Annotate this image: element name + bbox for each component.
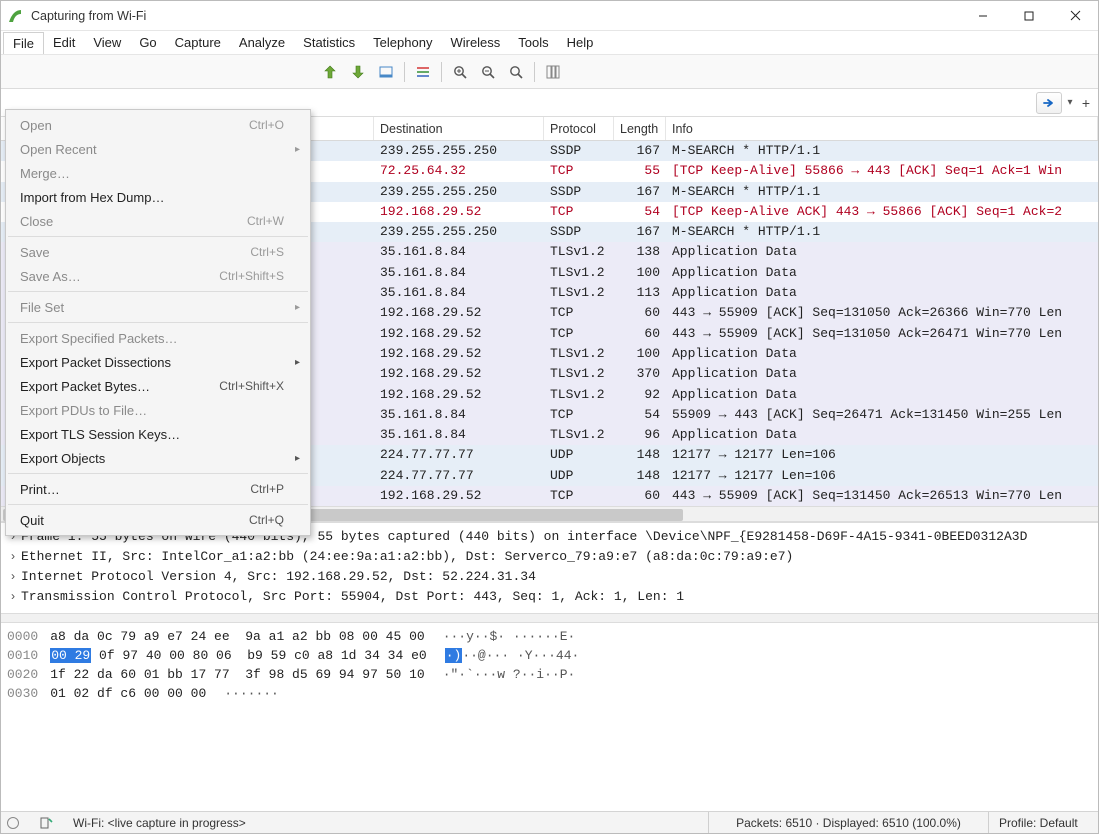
capture-file-props-button[interactable] [29, 812, 63, 833]
menu-item[interactable]: Print…Ctrl+P [6, 477, 310, 501]
menu-item: Open Recent▸ [6, 137, 310, 161]
app-icon [7, 8, 23, 24]
menu-tools[interactable]: Tools [509, 32, 557, 53]
col-proto[interactable]: Protocol [544, 117, 614, 140]
menu-capture[interactable]: Capture [166, 32, 230, 53]
menu-statistics[interactable]: Statistics [294, 32, 364, 53]
menu-item[interactable]: Export Packet Bytes…Ctrl+Shift+X [6, 374, 310, 398]
menu-item[interactable]: QuitCtrl+Q [6, 508, 310, 532]
zoom-in-button[interactable] [447, 59, 473, 85]
go-to-first-button[interactable] [345, 59, 371, 85]
menu-item: Save As…Ctrl+Shift+S [6, 264, 310, 288]
expert-info-icon[interactable] [7, 817, 19, 829]
menu-item: CloseCtrl+W [6, 209, 310, 233]
menu-item: SaveCtrl+S [6, 240, 310, 264]
menu-item[interactable]: Export Packet Dissections▸ [6, 350, 310, 374]
zoom-reset-button[interactable] [503, 59, 529, 85]
colorize-button[interactable] [410, 59, 436, 85]
col-dest[interactable]: Destination [374, 117, 544, 140]
autoscroll-button[interactable] [373, 59, 399, 85]
close-button[interactable] [1052, 1, 1098, 31]
zoom-out-button[interactable] [475, 59, 501, 85]
status-packets: Packets: 6510 · Displayed: 6510 (100.0%) [708, 812, 988, 833]
menu-item: Merge… [6, 161, 310, 185]
menu-item[interactable]: Export Objects▸ [6, 446, 310, 470]
menu-item: Export Specified Packets… [6, 326, 310, 350]
menu-telephony[interactable]: Telephony [364, 32, 441, 53]
menu-edit[interactable]: Edit [44, 32, 84, 53]
status-interface: Wi-Fi: <live capture in progress> [63, 812, 256, 833]
expand-icon[interactable]: › [5, 567, 21, 587]
detail-line: ›Transmission Control Protocol, Src Port… [5, 587, 1094, 607]
toolbar [1, 55, 1098, 89]
menu-file[interactable]: File [3, 32, 44, 54]
go-to-packet-button[interactable] [317, 59, 343, 85]
detail-line: ›Internet Protocol Version 4, Src: 192.1… [5, 567, 1094, 587]
filter-add-button[interactable]: + [1078, 95, 1094, 111]
title-bar: Capturing from Wi-Fi [1, 1, 1098, 31]
menu-analyze[interactable]: Analyze [230, 32, 294, 53]
filter-apply-button[interactable] [1036, 92, 1062, 114]
menu-item: Export PDUs to File… [6, 398, 310, 422]
menu-view[interactable]: View [84, 32, 130, 53]
maximize-button[interactable] [1006, 1, 1052, 31]
menu-bar: File Edit View Go Capture Analyze Statis… [1, 31, 1098, 55]
expand-icon[interactable]: › [5, 587, 21, 607]
detail-line: ›Ethernet II, Src: IntelCor_a1:a2:bb (24… [5, 547, 1094, 567]
splitter[interactable] [1, 613, 1098, 623]
resize-columns-button[interactable] [540, 59, 566, 85]
menu-go[interactable]: Go [130, 32, 165, 53]
status-profile[interactable]: Profile: Default [988, 812, 1098, 833]
minimize-button[interactable] [960, 1, 1006, 31]
col-length[interactable]: Length [614, 117, 666, 140]
packet-bytes[interactable]: 0000a8 da 0c 79 a9 e7 24 ee 9a a1 a2 bb … [1, 623, 1098, 811]
status-bar: Wi-Fi: <live capture in progress> Packet… [1, 811, 1098, 833]
expand-icon[interactable]: › [5, 547, 21, 567]
col-info[interactable]: Info [666, 117, 1098, 140]
menu-help[interactable]: Help [558, 32, 603, 53]
menu-item[interactable]: Import from Hex Dump… [6, 185, 310, 209]
window-title: Capturing from Wi-Fi [31, 9, 146, 23]
file-menu-dropdown: OpenCtrl+OOpen Recent▸Merge…Import from … [5, 109, 311, 536]
menu-item: OpenCtrl+O [6, 113, 310, 137]
menu-item[interactable]: Export TLS Session Keys… [6, 422, 310, 446]
filter-history-dropdown[interactable]: ▾ [1064, 92, 1076, 114]
menu-wireless[interactable]: Wireless [441, 32, 509, 53]
menu-item: File Set▸ [6, 295, 310, 319]
